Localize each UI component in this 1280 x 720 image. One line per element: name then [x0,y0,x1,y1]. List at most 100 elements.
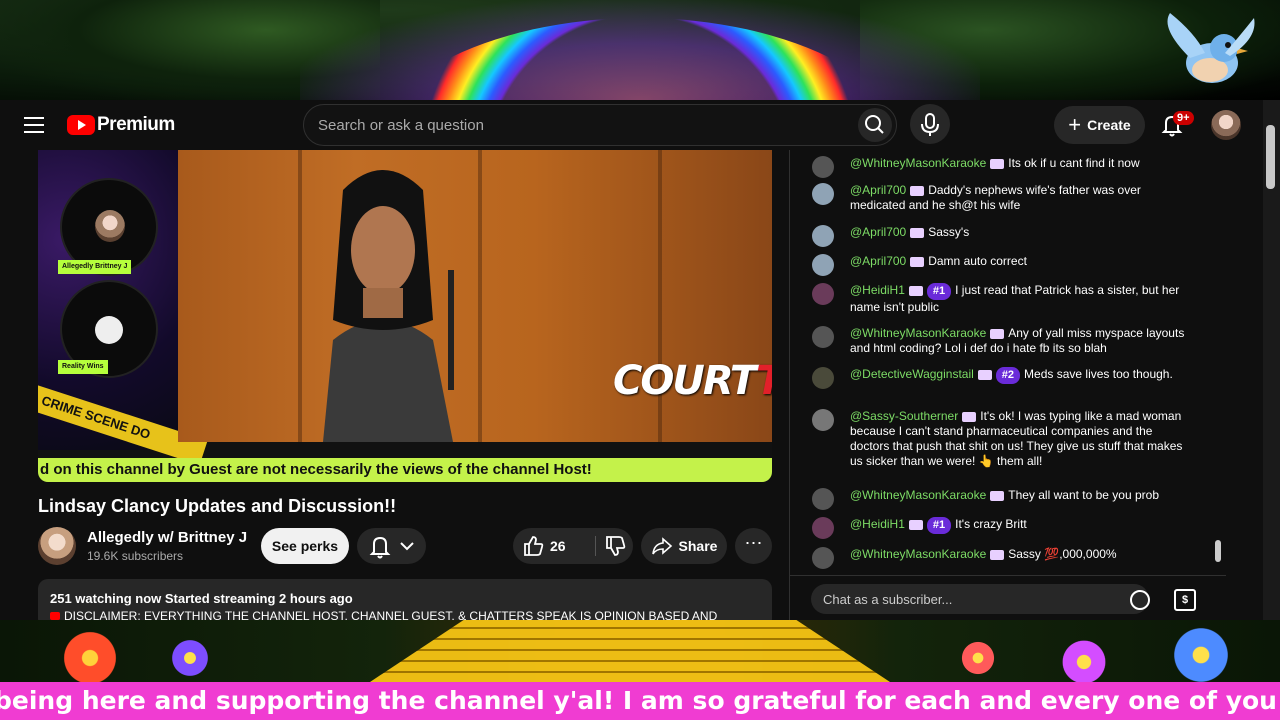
chat-author[interactable]: @HeidiH1 [850,517,905,531]
flower-decor [1170,624,1232,682]
player-disclaimer-ticker: d on this channel by Guest are not neces… [38,458,772,482]
chat-avatar[interactable] [812,409,834,431]
chat-message[interactable]: @WhitneyMasonKaraoke Sassy 💯,000,000% [812,547,1192,569]
plus-icon: + [1068,112,1082,137]
chat-author[interactable]: @WhitneyMasonKaraoke [850,488,986,502]
bottom-ticker-text: being here and supporting the channel y'… [0,686,1280,715]
chat-avatar[interactable] [812,326,834,348]
chat-message-body: @April700 Damn auto correct [850,254,1192,269]
share-arrow-icon [651,537,672,555]
flower-decor [960,640,996,676]
menu-icon[interactable] [24,117,44,133]
create-label: Create [1087,117,1131,133]
chat-avatar[interactable] [812,488,834,510]
chat-message-body: @WhitneyMasonKaraoke Any of yall miss mys… [850,326,1192,356]
channel-name[interactable]: Allegedly w/ Brittney J [87,529,247,546]
subscriber-count: 19.6K subscribers [87,549,184,563]
account-avatar[interactable] [1211,110,1241,140]
chat-author[interactable]: @April700 [850,225,906,239]
stream-page: Premium + Create 9+ [0,0,1280,720]
chat-text: Sassy 💯,000,000% [1008,547,1117,561]
chat-message-body: @DetectiveWagginstail #2 Meds save lives t… [850,367,1192,384]
member-badge-icon [990,549,1005,560]
live-chat: @WhitneyMasonKaraoke Its ok if u cant fin… [789,150,1226,620]
chat-avatar[interactable] [812,283,834,305]
super-chat-icon[interactable]: $ [1174,589,1196,611]
chat-message-body: @WhitneyMasonKaraoke Its ok if u cant fin… [850,156,1192,171]
member-badge-icon [990,490,1005,501]
chat-message-body: @Sassy-Southerner It's ok! I was typing l… [850,409,1192,469]
chat-text: It's crazy Britt [955,517,1027,531]
chat-author[interactable]: @HeidiH1 [850,283,905,297]
search-button[interactable] [858,108,892,142]
chat-text: Sassy's [928,225,970,239]
chat-avatar[interactable] [812,183,834,205]
court-tv-logo: COURTTV [613,358,772,404]
search-bar [303,104,897,146]
youtube-play-icon [50,612,60,620]
chat-author[interactable]: @April700 [850,183,906,197]
chat-message-body: @April700 Daddy's nephews wife's father w… [850,183,1192,213]
like-count: 26 [550,538,566,554]
chat-message[interactable]: @HeidiH1 #1 I just read that Patrick has a… [812,283,1192,315]
chat-scrollbar[interactable] [1215,540,1221,562]
witness-figure [323,170,454,442]
member-badge-icon [908,285,923,296]
chevron-down-icon [400,542,414,551]
chat-message-body: @WhitneyMasonKaraoke Sassy 💯,000,000% [850,547,1192,562]
chat-message-body: @WhitneyMasonKaraoke They all want to be … [850,488,1192,503]
court-logo-text: COURT [613,358,758,404]
top-overlay-banner [0,0,1280,100]
search-input[interactable] [318,105,838,145]
channel-avatar[interactable] [38,527,76,565]
chat-avatar[interactable] [812,225,834,247]
chat-author[interactable]: @DetectiveWagginstail [850,367,974,381]
chat-author[interactable]: @WhitneyMasonKaraoke [850,326,986,340]
chat-avatar[interactable] [812,156,834,178]
stream-overlay-panel: Allegedly Brittney J Reality Wins CRIME … [38,150,208,466]
emoji-icon[interactable] [1130,590,1150,610]
video-player[interactable]: Allegedly Brittney J Reality Wins CRIME … [38,150,772,482]
chat-avatar[interactable] [812,367,834,389]
chat-message[interactable]: @Sassy-Southerner It's ok! I was typing l… [812,409,1192,469]
share-button[interactable]: Share [641,528,727,564]
chat-text: Meds save lives too though. [1024,367,1173,381]
like-divider [595,536,596,556]
watching-info: 251 watching now Started streaming 2 hou… [50,591,353,606]
chat-input[interactable] [811,584,1149,614]
chat-message[interactable]: @WhitneyMasonKaraoke Its ok if u cant fin… [812,156,1192,178]
search-icon [865,115,884,134]
chat-message-list[interactable]: @WhitneyMasonKaraoke Its ok if u cant fin… [790,150,1226,575]
thumbs-down-icon[interactable] [597,528,633,564]
more-actions-button[interactable]: ⋯ [735,528,772,564]
guest-camera-label: Reality Wins [58,360,108,374]
page-scrollbar-thumb[interactable] [1266,125,1275,189]
chat-avatar[interactable] [812,547,834,569]
video-frame: COURTTV [178,150,772,442]
create-button[interactable]: + Create [1054,106,1145,144]
voice-search-button[interactable] [910,104,950,144]
flower-decor [170,638,210,678]
chat-message[interactable]: @April700 Sassy's [812,225,1192,247]
chat-message[interactable]: @WhitneyMasonKaraoke They all want to be … [812,488,1192,510]
chat-message[interactable]: @WhitneyMasonKaraoke Any of yall miss mys… [812,326,1192,356]
chat-author[interactable]: @WhitneyMasonKaraoke [850,156,986,170]
see-perks-button[interactable]: See perks [261,528,349,564]
chat-author[interactable]: @Sassy-Southerner [850,409,958,423]
chat-avatar[interactable] [812,254,834,276]
guest-avatar-icon [95,316,123,344]
masthead: Premium + Create 9+ [0,100,1280,150]
chat-message[interactable]: @HeidiH1 #1 It's crazy Britt [812,517,1192,539]
chat-message[interactable]: @April700 Damn auto correct [812,254,1192,276]
subscription-bell-button[interactable] [357,528,426,564]
chat-message[interactable]: @DetectiveWagginstail #2 Meds save lives t… [812,367,1192,389]
chat-message[interactable]: @April700 Daddy's nephews wife's father w… [812,183,1192,213]
chat-author[interactable]: @WhitneyMasonKaraoke [850,547,986,561]
member-badge-icon [910,256,925,267]
youtube-premium-logo[interactable]: Premium [67,114,175,136]
chat-text: They all want to be you prob [1008,488,1160,502]
chat-author[interactable]: @April700 [850,254,906,268]
flower-decor [60,628,120,682]
thumbs-up-icon[interactable] [515,528,551,564]
chat-avatar[interactable] [812,517,834,539]
